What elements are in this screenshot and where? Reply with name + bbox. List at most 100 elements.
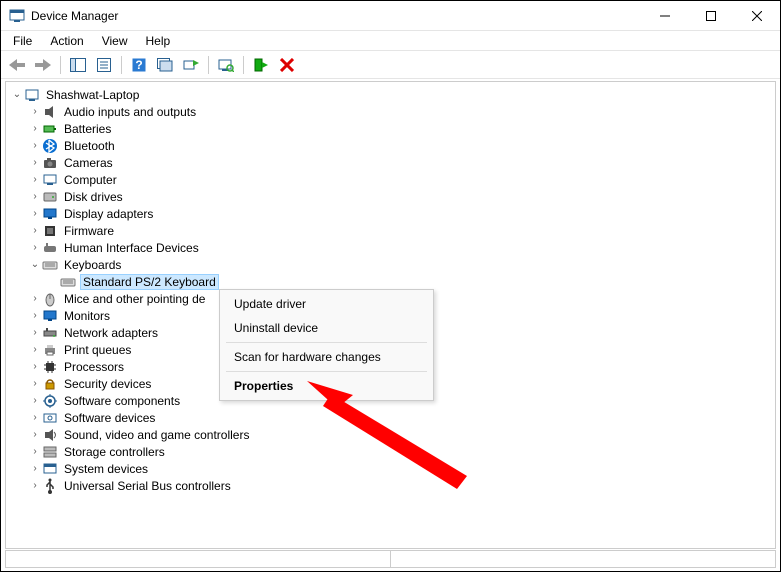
cpu-icon [42,359,58,375]
battery-icon [42,121,58,137]
chevron-right-icon[interactable]: › [28,173,42,187]
firmware-icon [42,223,58,239]
context-menu-item[interactable]: Uninstall device [220,316,433,340]
context-menu-separator [226,371,427,372]
tree-category-node[interactable]: ›Disk drives [26,188,775,205]
svg-text:?: ? [135,58,142,72]
tree-root-node[interactable]: ⌄ Shashwat-Laptop [8,86,775,103]
storage-icon [42,444,58,460]
tree-node-label: Bluetooth [62,139,117,153]
tree-node-label: Firmware [62,224,116,238]
show-hide-console-button[interactable] [66,54,90,76]
keyboard-icon [60,274,76,290]
tree-node-label: Shashwat-Laptop [44,88,141,102]
tree-node-label: Computer [62,173,119,187]
tree-category-node[interactable]: › Bluetooth [26,137,775,154]
toolbar: ? [1,51,780,79]
tree-node-label: Display adapters [62,207,155,221]
tree-node-label: Human Interface Devices [62,241,201,255]
tree-node-label: System devices [62,462,150,476]
network-icon [42,325,58,341]
tree-category-node[interactable]: ›Batteries [26,120,775,137]
chevron-right-icon[interactable]: › [28,394,42,408]
tree-node-label: Universal Serial Bus controllers [62,479,233,493]
enable-device-button[interactable] [249,54,273,76]
tree-category-node[interactable]: › Sound, video and game controllers [26,426,775,443]
sound-icon [42,427,58,443]
uninstall-device-button[interactable] [275,54,299,76]
chevron-right-icon[interactable]: › [28,428,42,442]
context-menu-separator [226,342,427,343]
chevron-right-icon[interactable]: › [28,479,42,493]
toolbar-separator [243,56,244,74]
chevron-right-icon[interactable]: › [28,377,42,391]
swcomp-icon [42,393,58,409]
chevron-right-icon[interactable]: › [28,462,42,476]
chevron-right-icon[interactable]: › [28,122,42,136]
window-title: Device Manager [31,9,642,23]
menu-action[interactable]: Action [42,32,91,50]
context-menu: Update driverUninstall device Scan for ha… [219,289,434,401]
tree-category-node[interactable]: ›Storage controllers [26,443,775,460]
tree-category-node[interactable]: › System devices [26,460,775,477]
chevron-right-icon[interactable]: › [28,241,42,255]
mouse-icon [42,291,58,307]
chevron-right-icon[interactable]: › [28,343,42,357]
tree-category-node[interactable]: › Computer [26,171,775,188]
tree-node-label: Sound, video and game controllers [62,428,251,442]
context-menu-item[interactable]: Properties [220,374,433,398]
chevron-right-icon[interactable]: › [28,326,42,340]
chevron-right-icon[interactable]: › [28,224,42,238]
tree-node-label: Processors [62,360,126,374]
menu-file[interactable]: File [5,32,40,50]
tree-device-node[interactable]: ›Standard PS/2 Keyboard [44,273,775,290]
help-button[interactable]: ? [127,54,151,76]
scan-hardware-button[interactable] [214,54,238,76]
menu-view[interactable]: View [94,32,136,50]
chevron-right-icon[interactable]: › [28,207,42,221]
update-driver-button[interactable] [179,54,203,76]
chevron-right-icon[interactable]: › [28,139,42,153]
tree-node-label: Mice and other pointing de [62,292,207,306]
monitor-icon [42,308,58,324]
nav-back-button[interactable] [5,54,29,76]
properties-button[interactable] [92,54,116,76]
tree-category-node[interactable]: › Display adapters [26,205,775,222]
chevron-right-icon[interactable]: › [28,105,42,119]
swdev-icon [42,410,58,426]
toolbar-separator [121,56,122,74]
status-cell [391,551,776,567]
hid-icon [42,240,58,256]
tree-category-node[interactable]: ›Audio inputs and outputs [26,103,775,120]
speaker-icon [42,104,58,120]
tree-node-label: Print queues [62,343,133,357]
context-menu-item[interactable]: Scan for hardware changes [220,345,433,369]
menu-help[interactable]: Help [138,32,179,50]
chevron-right-icon[interactable]: › [28,445,42,459]
chevron-right-icon[interactable]: › [28,292,42,306]
maximize-button[interactable] [688,1,734,30]
nav-forward-button[interactable] [31,54,55,76]
status-cell [6,551,391,567]
tree-category-node[interactable]: ⌄Keyboards [26,256,775,273]
tree-category-node[interactable]: › Human Interface Devices [26,239,775,256]
chevron-right-icon[interactable]: › [28,156,42,170]
chevron-right-icon[interactable]: › [28,411,42,425]
chevron-right-icon[interactable]: › [28,360,42,374]
tree-category-node[interactable]: ›Software devices [26,409,775,426]
action-button-1[interactable] [153,54,177,76]
chevron-right-icon[interactable]: › [28,309,42,323]
usb-icon [42,478,58,494]
tree-node-label: Cameras [62,156,115,170]
tree-node-label: Security devices [62,377,153,391]
app-icon [9,8,25,24]
chevron-right-icon[interactable]: › [28,190,42,204]
tree-category-node[interactable]: › Cameras [26,154,775,171]
chevron-down-icon[interactable]: ⌄ [10,88,24,102]
minimize-button[interactable] [642,1,688,30]
tree-category-node[interactable]: › Universal Serial Bus controllers [26,477,775,494]
chevron-down-icon[interactable]: ⌄ [28,258,42,272]
context-menu-item[interactable]: Update driver [220,292,433,316]
close-button[interactable] [734,1,780,30]
tree-category-node[interactable]: › Firmware [26,222,775,239]
